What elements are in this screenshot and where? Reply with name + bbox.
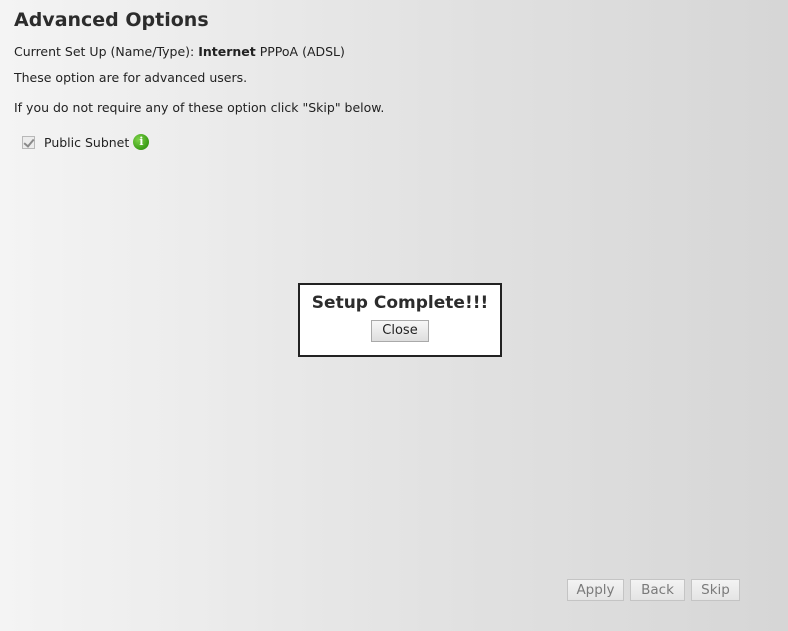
public-subnet-option: Public Subnet i xyxy=(22,133,150,151)
public-subnet-label: Public Subnet xyxy=(44,134,130,150)
skip-button[interactable]: Skip xyxy=(691,579,740,601)
current-setup-type: PPPoA (ADSL) xyxy=(255,44,345,59)
page-title: Advanced Options xyxy=(14,9,209,31)
info-icon[interactable]: i xyxy=(133,134,150,150)
current-setup-prefix: Current Set Up (Name/Type): xyxy=(14,44,199,59)
current-setup-line: Current Set Up (Name/Type): Internet PPP… xyxy=(14,44,345,59)
public-subnet-checkbox[interactable] xyxy=(22,135,35,149)
current-setup-name: Internet xyxy=(198,44,256,59)
close-button[interactable]: Close xyxy=(371,319,429,342)
setup-complete-title: Setup Complete!!! xyxy=(311,293,489,313)
advanced-users-notice: These option are for advanced users. xyxy=(14,70,248,85)
setup-complete-dialog: Setup Complete!!! Close xyxy=(298,283,502,357)
back-button[interactable]: Back xyxy=(630,579,685,601)
footer-button-bar: Apply Back Skip xyxy=(567,579,740,601)
skip-instructions: If you do not require any of these optio… xyxy=(14,100,385,115)
apply-button[interactable]: Apply xyxy=(567,579,624,601)
